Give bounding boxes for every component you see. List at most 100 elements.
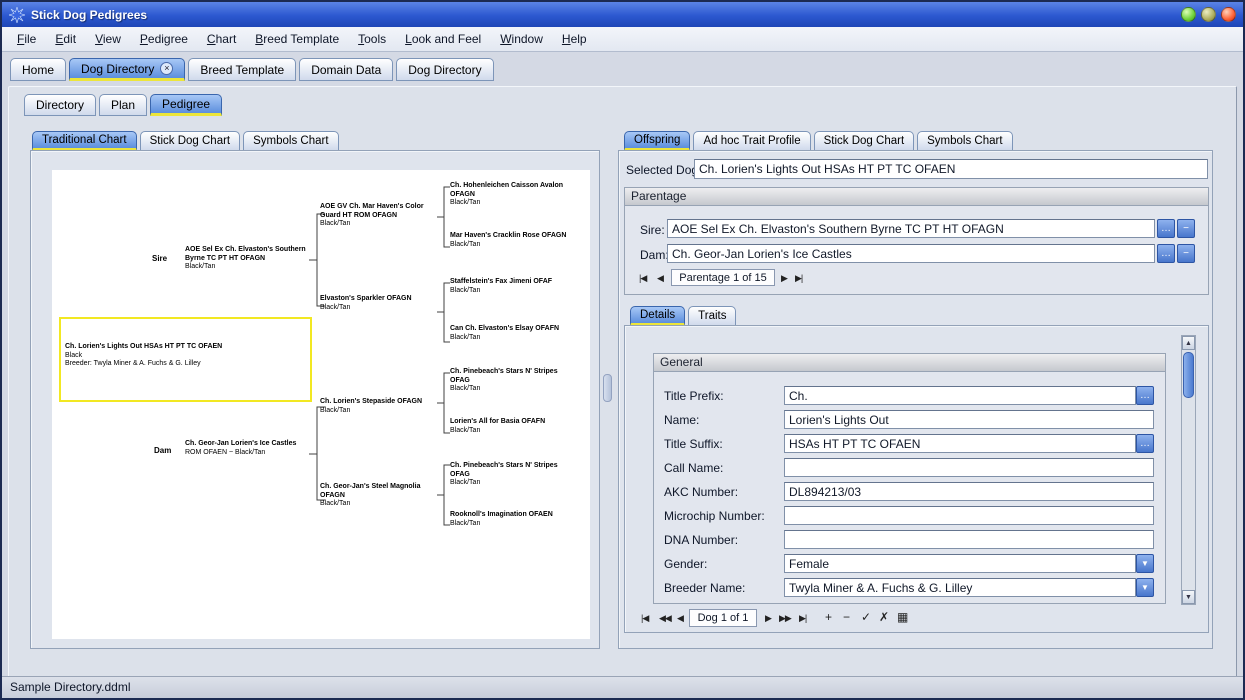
- menu-item-help[interactable]: Help: [553, 29, 596, 49]
- pedigree-entry-great-grandparent[interactable]: Rooknoll's Imagination OFAEN Black/Tan: [450, 511, 568, 528]
- breeder-name-field[interactable]: [784, 578, 1136, 597]
- tab-traditional-chart[interactable]: Traditional Chart: [32, 131, 137, 151]
- tab-label: Symbols Chart: [927, 135, 1002, 147]
- record-cancel-button[interactable]: ✗: [879, 610, 889, 624]
- tab-dog-directory-2[interactable]: Dog Directory: [396, 58, 493, 81]
- record-forward-button[interactable]: ▶▶: [779, 613, 791, 624]
- record-delete-button[interactable]: −: [843, 610, 850, 624]
- tab-directory[interactable]: Directory: [24, 94, 96, 116]
- menu-item-breed-template[interactable]: Breed Template: [246, 29, 348, 49]
- tab-breed-template[interactable]: Breed Template: [188, 58, 296, 81]
- pane-splitter[interactable]: [603, 374, 612, 402]
- menu-item-view[interactable]: View: [86, 29, 130, 49]
- gender-field[interactable]: [784, 554, 1136, 573]
- app-icon: [9, 7, 25, 23]
- name-label: Name:: [664, 413, 699, 427]
- pedigree-entry-great-grandparent[interactable]: Lorien's All for Basia OFAFN Black/Tan: [450, 418, 568, 435]
- tab-symbols-chart-right[interactable]: Symbols Chart: [917, 131, 1012, 151]
- tab-dog-directory[interactable]: Dog Directory×: [69, 58, 185, 81]
- gender-dropdown-button[interactable]: ▼: [1136, 554, 1154, 573]
- record-prev-button[interactable]: ◀: [677, 613, 683, 624]
- title-suffix-field[interactable]: [784, 434, 1136, 453]
- parentage-prev-button[interactable]: ◀: [657, 273, 663, 284]
- dam-remove-button[interactable]: −: [1177, 244, 1195, 263]
- menu-item-tools[interactable]: Tools: [349, 29, 395, 49]
- menu-item-look-and-feel[interactable]: Look and Feel: [396, 29, 490, 49]
- name-field[interactable]: [784, 410, 1154, 429]
- dog-name: AOE GV Ch. Mar Haven's Color Guard HT RO…: [320, 203, 438, 220]
- scroll-thumb[interactable]: [1183, 352, 1194, 398]
- tab-ad-hoc-trait-profile[interactable]: Ad hoc Trait Profile: [693, 131, 810, 151]
- pedigree-entry-great-grandparent[interactable]: Ch. Hohenleichen Caisson Avalon OFAGN Bl…: [450, 182, 568, 208]
- dog-name: Staffelstein's Fax Jimeni OFAF: [450, 278, 568, 287]
- dna-number-field[interactable]: [784, 530, 1154, 549]
- menu-item-window[interactable]: Window: [491, 29, 552, 49]
- breeder-dropdown-button[interactable]: ▼: [1136, 578, 1154, 597]
- sire-remove-button[interactable]: −: [1177, 219, 1195, 238]
- details-scrollbar[interactable]: ▲ ▼: [1181, 335, 1196, 605]
- pedigree-entry-dam[interactable]: Ch. Geor-Jan Lorien's Ice Castles ROM OF…: [185, 440, 313, 457]
- dog-name: Ch. Lorien's Lights Out HSAs HT PT TC OF…: [65, 343, 307, 352]
- call-name-field[interactable]: [784, 458, 1154, 477]
- dog-color: Black/Tan: [450, 385, 568, 394]
- pedigree-entry-great-grandparent[interactable]: Mar Haven's Cracklin Rose OFAGN Black/Ta…: [450, 232, 568, 249]
- menu-item-pedigree[interactable]: Pedigree: [131, 29, 197, 49]
- pedigree-entry-great-grandparent[interactable]: Can Ch. Elvaston's Elsay OFAFN Black/Tan: [450, 325, 568, 342]
- tab-plan[interactable]: Plan: [99, 94, 147, 116]
- parentage-first-button[interactable]: |◀: [639, 273, 646, 284]
- tab-stick-dog-chart[interactable]: Stick Dog Chart: [140, 131, 241, 151]
- dam-ellipsis-button[interactable]: …: [1157, 244, 1175, 263]
- pedigree-entry-grandparent[interactable]: Ch. Lorien's Stepaside OFAGN Black/Tan: [320, 398, 438, 415]
- title-suffix-label: Title Suffix:: [664, 437, 723, 451]
- microchip-number-field[interactable]: [784, 506, 1154, 525]
- record-next-button[interactable]: ▶: [765, 613, 771, 624]
- tab-symbols-chart[interactable]: Symbols Chart: [243, 131, 338, 151]
- title-suffix-ellipsis-button[interactable]: …: [1136, 434, 1154, 453]
- record-first-button[interactable]: |◀: [641, 613, 648, 624]
- pedigree-entry-grandparent[interactable]: Elvaston's Sparkler OFAGN Black/Tan: [320, 295, 438, 312]
- pedigree-entry-grandparent[interactable]: Ch. Geor-Jan's Steel Magnolia OFAGN Blac…: [320, 483, 438, 509]
- parentage-next-button[interactable]: ▶: [781, 273, 787, 284]
- tab-stick-dog-chart-right[interactable]: Stick Dog Chart: [814, 131, 915, 151]
- tab-pedigree[interactable]: Pedigree: [150, 94, 222, 116]
- menu-item-edit[interactable]: Edit: [46, 29, 85, 49]
- menu-item-file[interactable]: File: [8, 29, 45, 49]
- tab-offspring[interactable]: Offspring: [624, 131, 690, 151]
- selected-dog-box[interactable]: Ch. Lorien's Lights Out HSAs HT PT TC OF…: [59, 317, 312, 402]
- menu-item-chart[interactable]: Chart: [198, 29, 245, 49]
- sire-ellipsis-button[interactable]: …: [1157, 219, 1175, 238]
- title-prefix-field[interactable]: [784, 386, 1136, 405]
- tab-label: Pedigree: [162, 97, 210, 111]
- pedigree-entry-great-grandparent[interactable]: Ch. Pinebeach's Stars N' Stripes OFAG Bl…: [450, 368, 568, 394]
- window-button-yellow[interactable]: [1201, 7, 1216, 22]
- window-controls: [1181, 7, 1236, 22]
- scroll-up-button[interactable]: ▲: [1182, 336, 1195, 350]
- breeder-name-label: Breeder Name:: [664, 581, 745, 595]
- tab-traits[interactable]: Traits: [688, 306, 736, 326]
- pedigree-entry-grandparent[interactable]: AOE GV Ch. Mar Haven's Color Guard HT RO…: [320, 203, 438, 229]
- tab-home[interactable]: Home: [10, 58, 66, 81]
- tab-label: Traditional Chart: [42, 134, 127, 146]
- dam-field[interactable]: [667, 244, 1155, 263]
- tab-domain-data[interactable]: Domain Data: [299, 58, 393, 81]
- record-grid-button[interactable]: ▦: [897, 610, 908, 624]
- close-tab-icon[interactable]: ×: [160, 62, 173, 75]
- window-button-green[interactable]: [1181, 7, 1196, 22]
- selected-dog-field[interactable]: [694, 159, 1208, 179]
- title-bar[interactable]: Stick Dog Pedigrees: [2, 2, 1243, 27]
- record-rewind-button[interactable]: ◀◀: [659, 613, 671, 624]
- record-commit-button[interactable]: ✓: [861, 610, 871, 624]
- record-last-button[interactable]: ▶|: [799, 613, 806, 624]
- akc-number-field[interactable]: [784, 482, 1154, 501]
- title-prefix-ellipsis-button[interactable]: …: [1136, 386, 1154, 405]
- tab-label: Plan: [111, 98, 135, 112]
- pedigree-entry-sire[interactable]: AOE Sel Ex Ch. Elvaston's Southern Byrne…: [185, 246, 313, 272]
- parentage-last-button[interactable]: ▶|: [795, 273, 802, 284]
- sire-field[interactable]: [667, 219, 1155, 238]
- window-button-red[interactable]: [1221, 7, 1236, 22]
- pedigree-entry-great-grandparent[interactable]: Ch. Pinebeach's Stars N' Stripes OFAG Bl…: [450, 462, 568, 488]
- tab-details[interactable]: Details: [630, 306, 685, 326]
- pedigree-entry-great-grandparent[interactable]: Staffelstein's Fax Jimeni OFAF Black/Tan: [450, 278, 568, 295]
- scroll-down-button[interactable]: ▼: [1182, 590, 1195, 604]
- record-add-button[interactable]: +: [825, 610, 832, 624]
